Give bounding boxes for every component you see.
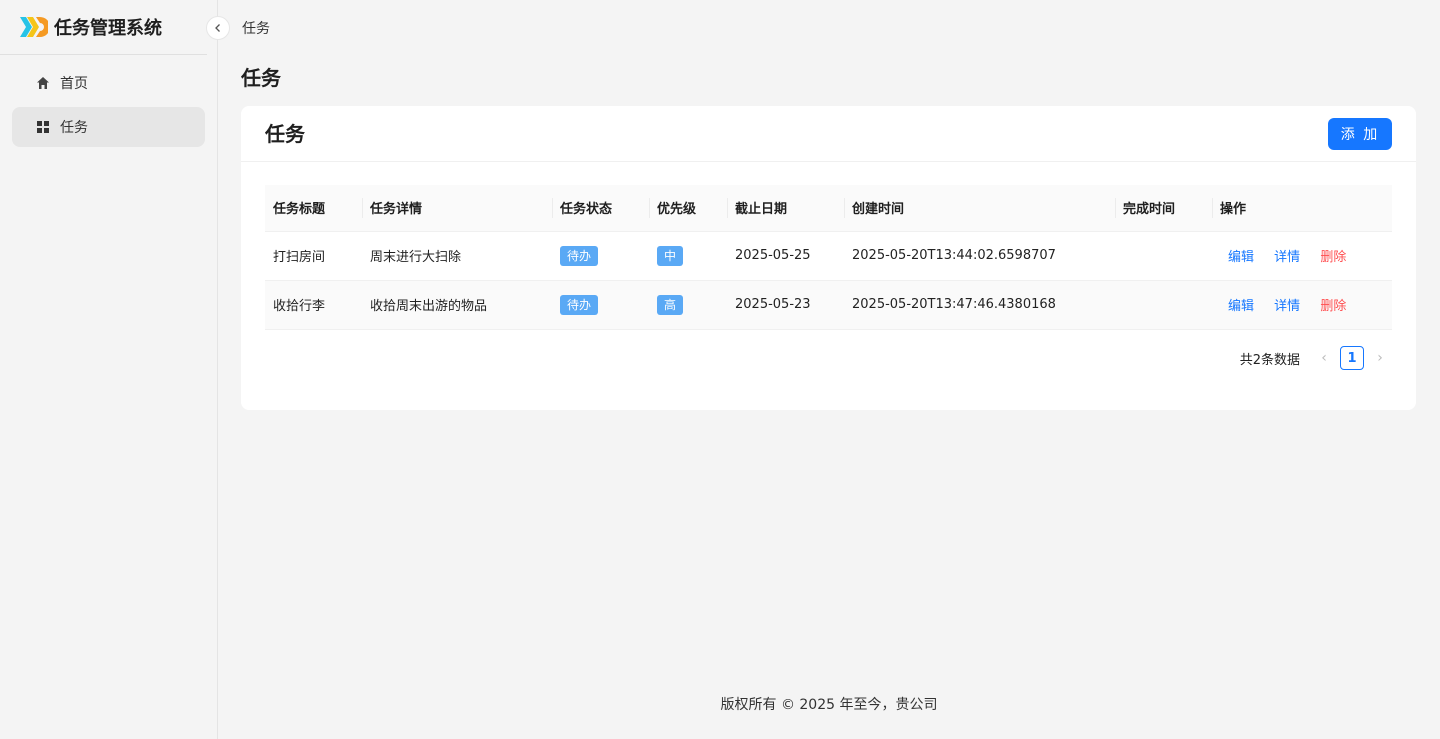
- cell-detail: 周末进行大扫除: [362, 231, 552, 281]
- col-header-deadline: 截止日期: [727, 185, 844, 232]
- prev-page-icon[interactable]: ‹: [1312, 350, 1336, 366]
- cell-completed: [1115, 280, 1212, 330]
- priority-badge: 中: [657, 245, 684, 266]
- pagination: 共2条数据 ‹ 1 ›: [1240, 346, 1392, 370]
- col-header-status: 任务状态: [552, 185, 649, 232]
- table-header-row: 任务标题 任务详情 任务状态 优先级 截止日期 创建时间 完成时间 操作: [265, 185, 1392, 232]
- status-badge: 待办: [560, 245, 599, 266]
- cell-deadline: 2025-05-25: [727, 231, 844, 281]
- sidebar-item-label: 首页: [60, 76, 88, 92]
- detail-link[interactable]: 详情: [1274, 295, 1300, 314]
- card-title: 任务: [265, 122, 305, 146]
- sidebar-item-home[interactable]: 首页: [12, 63, 205, 103]
- cell-created: 2025-05-20T13:47:46.4380168: [844, 280, 1115, 330]
- cell-created: 2025-05-20T13:44:02.6598707: [844, 231, 1115, 281]
- sidebar-item-label: 任务: [60, 120, 88, 136]
- detail-link[interactable]: 详情: [1274, 246, 1300, 265]
- cell-title: 收拾行李: [265, 280, 362, 330]
- cell-detail: 收拾周末出游的物品: [362, 280, 552, 330]
- page-number[interactable]: 1: [1340, 346, 1364, 370]
- grid-icon: [36, 120, 50, 134]
- col-header-completed: 完成时间: [1115, 185, 1212, 232]
- sidebar: 任务管理系统 首页 任务: [0, 0, 218, 739]
- priority-badge: 高: [657, 294, 684, 315]
- col-header-actions: 操作: [1212, 185, 1392, 232]
- breadcrumb: 任务: [242, 21, 270, 37]
- table-row: 收拾行李 收拾周末出游的物品 待办 高 2025-05-23 2025-05-2…: [265, 280, 1392, 330]
- app-title: 任务管理系统: [54, 18, 162, 39]
- edit-link[interactable]: 编辑: [1228, 246, 1254, 265]
- edit-link[interactable]: 编辑: [1228, 295, 1254, 314]
- col-header-detail: 任务详情: [362, 185, 552, 232]
- cell-deadline: 2025-05-23: [727, 280, 844, 330]
- cell-title: 打扫房间: [265, 231, 362, 281]
- sidebar-item-tasks[interactable]: 任务: [12, 107, 205, 147]
- cell-completed: [1115, 231, 1212, 281]
- table-row: 打扫房间 周末进行大扫除 待办 中 2025-05-25 2025-05-20T…: [265, 231, 1392, 281]
- page-title: 任务: [241, 66, 281, 90]
- sidebar-nav: 首页 任务: [0, 55, 217, 151]
- logo-icon: [20, 17, 48, 37]
- task-table: 任务标题 任务详情 任务状态 优先级 截止日期 创建时间 完成时间 操作 打扫房…: [265, 185, 1392, 330]
- chevron-left-icon: [215, 24, 220, 32]
- brand: 任务管理系统: [0, 0, 207, 55]
- task-card: 任务 添 加 任务标题 任务详情 任务状态 优先级 截止日期 创建时间 完成时间…: [241, 106, 1416, 410]
- footer: 版权所有 © 2025 年至今，贵公司: [720, 697, 938, 713]
- add-button[interactable]: 添 加: [1328, 118, 1392, 150]
- sidebar-collapse-button[interactable]: [206, 16, 230, 40]
- delete-link[interactable]: 删除: [1320, 246, 1346, 265]
- col-header-created: 创建时间: [844, 185, 1115, 232]
- home-icon: [36, 76, 50, 90]
- status-badge: 待办: [560, 294, 599, 315]
- col-header-priority: 优先级: [649, 185, 727, 232]
- pagination-total: 共2条数据: [1239, 352, 1300, 368]
- next-page-icon[interactable]: ›: [1368, 350, 1392, 366]
- card-header: 任务 添 加: [241, 106, 1416, 162]
- col-header-title: 任务标题: [265, 185, 362, 232]
- delete-link[interactable]: 删除: [1320, 295, 1346, 314]
